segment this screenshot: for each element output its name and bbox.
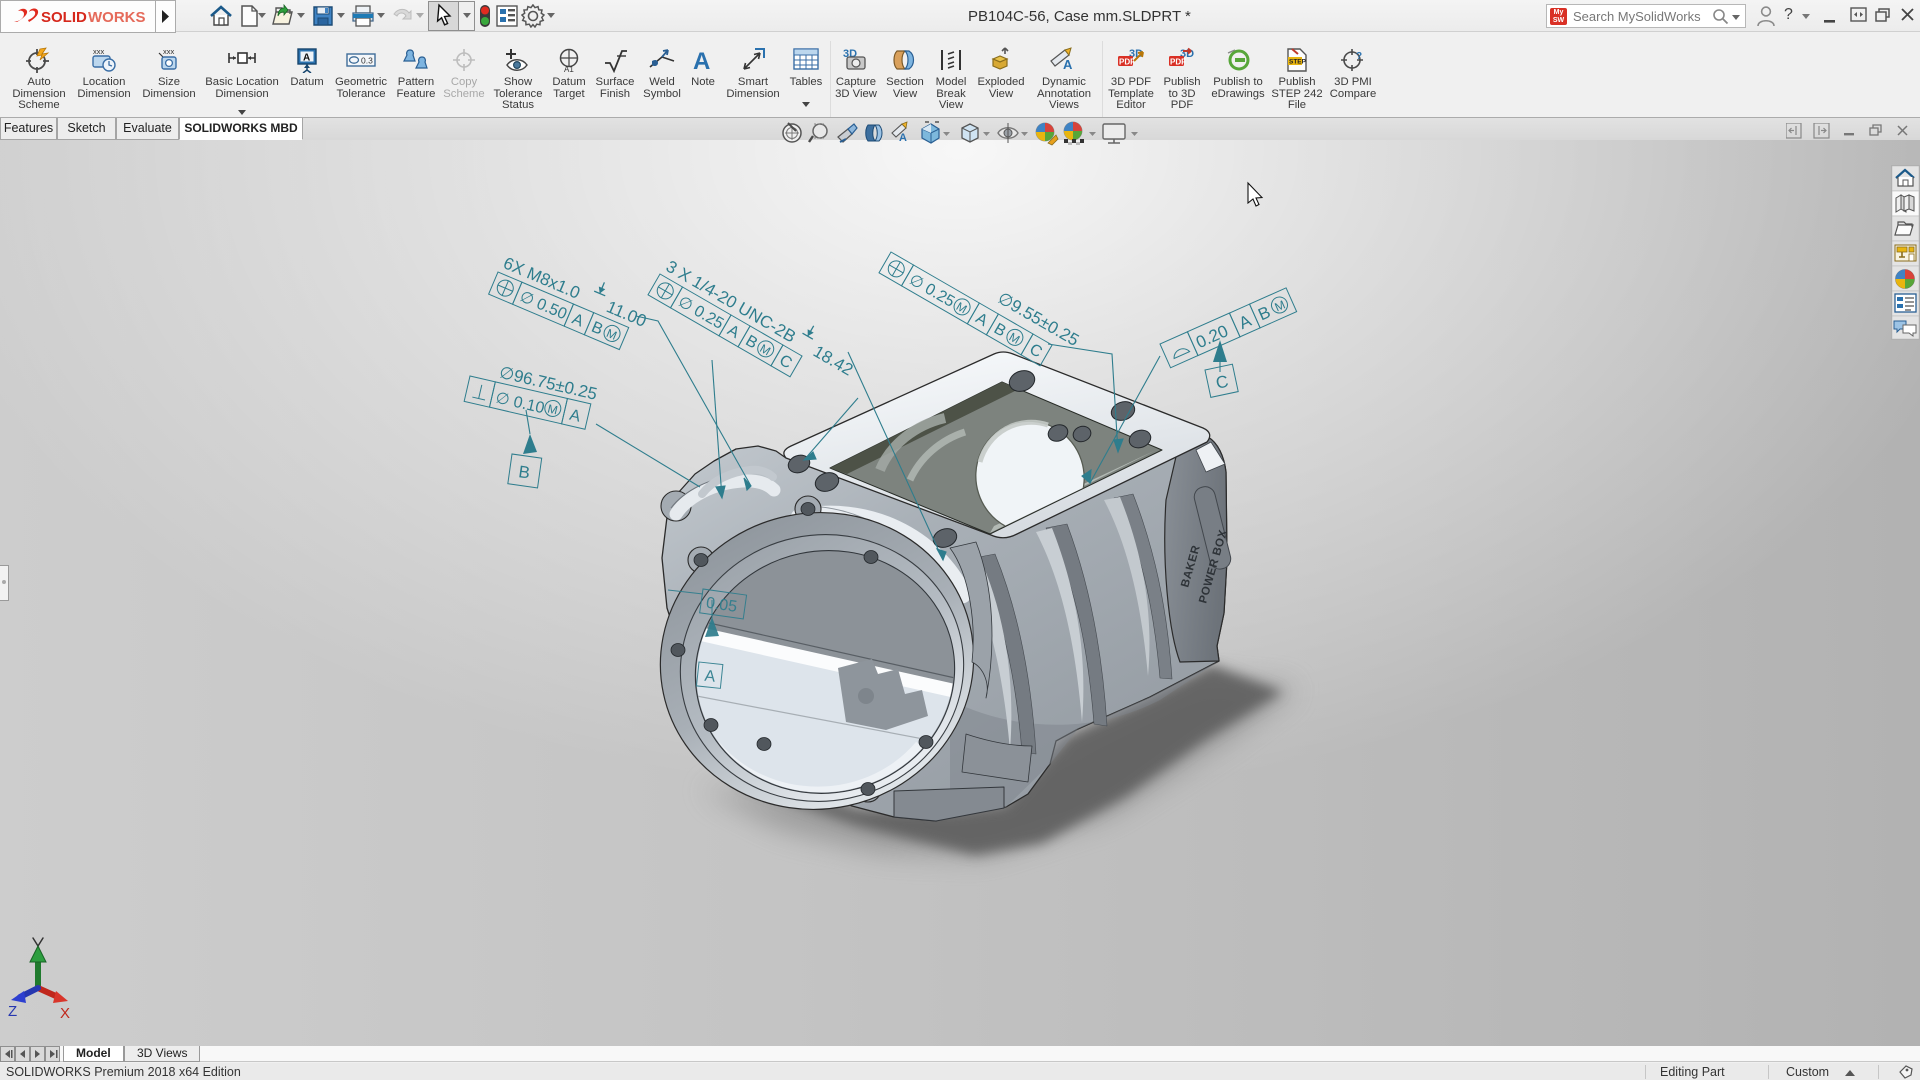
svg-text:18.42: 18.42 [810,342,856,380]
svg-text:xxx: xxx [163,47,175,56]
svg-text:A1: A1 [564,65,574,73]
svg-text:A: A [569,311,586,331]
svg-text:Z: Z [8,1003,17,1020]
svg-text:∅ 0.25: ∅ 0.25 [906,271,957,311]
svg-text:0.3: 0.3 [361,56,373,66]
svg-text:A: A [693,48,710,73]
svg-text:A: A [973,310,991,330]
svg-text:0.20: 0.20 [1193,321,1231,352]
svg-text:A: A [1063,57,1073,72]
svg-text:WORKS: WORKS [88,9,146,26]
svg-text:A: A [568,407,583,426]
svg-text:A: A [724,322,742,342]
svg-text:SOLID: SOLID [41,9,87,26]
svg-text:?: ? [1356,51,1362,62]
svg-text:xxx: xxx [93,47,105,56]
svg-text:B: B [517,462,531,482]
svg-text:B: B [1255,302,1273,324]
svg-text:PDF: PDF [1119,58,1135,67]
svg-text:A: A [899,132,907,144]
svg-text:PDF: PDF [1170,58,1186,67]
svg-text:A: A [704,668,717,686]
svg-text:∅ 0.10: ∅ 0.10 [494,390,546,418]
svg-text:A: A [303,53,310,64]
svg-text:STEP: STEP [1289,59,1307,66]
svg-text:C: C [776,352,795,373]
svg-text:C: C [1214,372,1230,393]
svg-text:B: B [589,319,605,339]
svg-text:A: A [1236,311,1255,333]
svg-text:X: X [60,1005,70,1022]
svg-text:C: C [1026,341,1045,362]
